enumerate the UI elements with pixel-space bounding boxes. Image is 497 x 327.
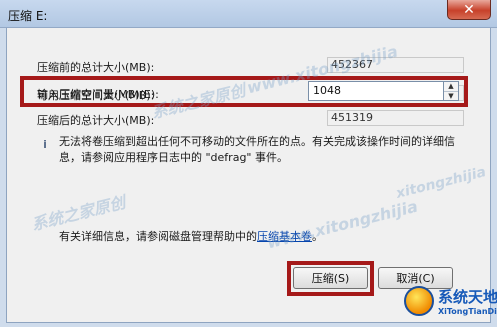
help-suffix: 。 [312,230,323,243]
site-logo: 系统天地 XiTongTianDi.net [400,282,497,327]
total-before-label: 压缩前的总计大小(MB): [37,61,155,74]
total-before-value: 452367 [327,57,464,73]
logo-subtitle: XiTongTianDi.net [438,307,497,316]
total-after-label: 压缩后的总计大小(MB): [37,114,155,127]
title-bar: 压缩 E: ✕ [0,0,497,28]
input-label: 输入压缩空间量(MB)(E): [37,88,159,101]
shrink-amount-input[interactable]: 1048 [308,81,444,101]
help-prefix: 有关详细信息，请参阅磁盘管理帮助中的 [59,230,257,243]
close-icon: ✕ [463,1,475,18]
info-message: 无法将卷压缩到超出任何不可移动的文件所在的点。有关完成该操作时间的详细信息，请参… [59,135,455,164]
help-link-shrink-basic-volume[interactable]: 压缩基本卷 [257,230,312,243]
info-icon: i [43,138,47,151]
total-after-value: 451319 [327,110,464,126]
spin-down-icon[interactable]: ▼ [444,91,458,100]
help-line: 有关详细信息，请参阅磁盘管理帮助中的压缩基本卷。 [59,228,323,244]
logo-emblem-icon [404,286,434,316]
logo-title: 系统天地 [438,288,497,306]
window-title: 压缩 E: [8,9,48,23]
spin-up-icon[interactable]: ▲ [444,82,458,91]
shrink-button[interactable]: 压缩(S) [293,267,368,289]
close-button[interactable]: ✕ [447,0,491,20]
shrink-amount-spinner[interactable]: ▲ ▼ [444,81,459,101]
